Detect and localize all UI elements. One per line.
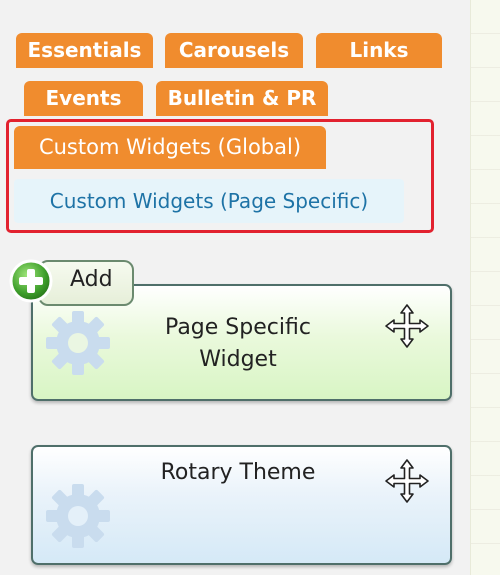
widget-title-line2: Widget: [199, 347, 277, 372]
add-button[interactable]: Add: [8, 258, 136, 309]
widget-card-rotary-theme[interactable]: Rotary Theme: [31, 445, 452, 565]
tab-custom-widgets-page-specific[interactable]: Custom Widgets (Page Specific): [14, 179, 404, 223]
tab-essentials-label: Essentials: [27, 38, 142, 62]
tab-bulletin[interactable]: Bulletin & PR: [156, 81, 328, 116]
widget-title-line1: Rotary Theme: [160, 460, 316, 485]
tab-essentials[interactable]: Essentials: [16, 33, 153, 68]
gear-icon: [46, 311, 110, 375]
tab-bulletin-label: Bulletin & PR: [167, 86, 317, 110]
tab-events[interactable]: Events: [24, 81, 143, 116]
tab-custom-widgets-global[interactable]: Custom Widgets (Global): [14, 126, 326, 169]
widget-title-line1: Page Specific: [165, 315, 311, 340]
tab-carousels-label: Carousels: [178, 38, 290, 62]
widget-title: Rotary Theme: [118, 457, 358, 489]
move-icon[interactable]: [383, 302, 431, 350]
move-icon[interactable]: [383, 457, 431, 505]
tab-custom-widgets-global-label: Custom Widgets (Global): [38, 135, 302, 159]
gear-icon: [46, 484, 110, 548]
tab-links-label: Links: [349, 38, 409, 62]
add-button-label: Add: [70, 267, 113, 292]
tab-carousels[interactable]: Carousels: [165, 33, 303, 68]
widget-title: Page Specific Widget: [118, 312, 358, 376]
right-panel: [470, 0, 500, 575]
tab-custom-widgets-page-specific-label: Custom Widgets (Page Specific): [49, 189, 369, 213]
plus-icon: [9, 259, 53, 303]
tab-events-label: Events: [45, 86, 122, 110]
tab-links[interactable]: Links: [316, 33, 442, 68]
